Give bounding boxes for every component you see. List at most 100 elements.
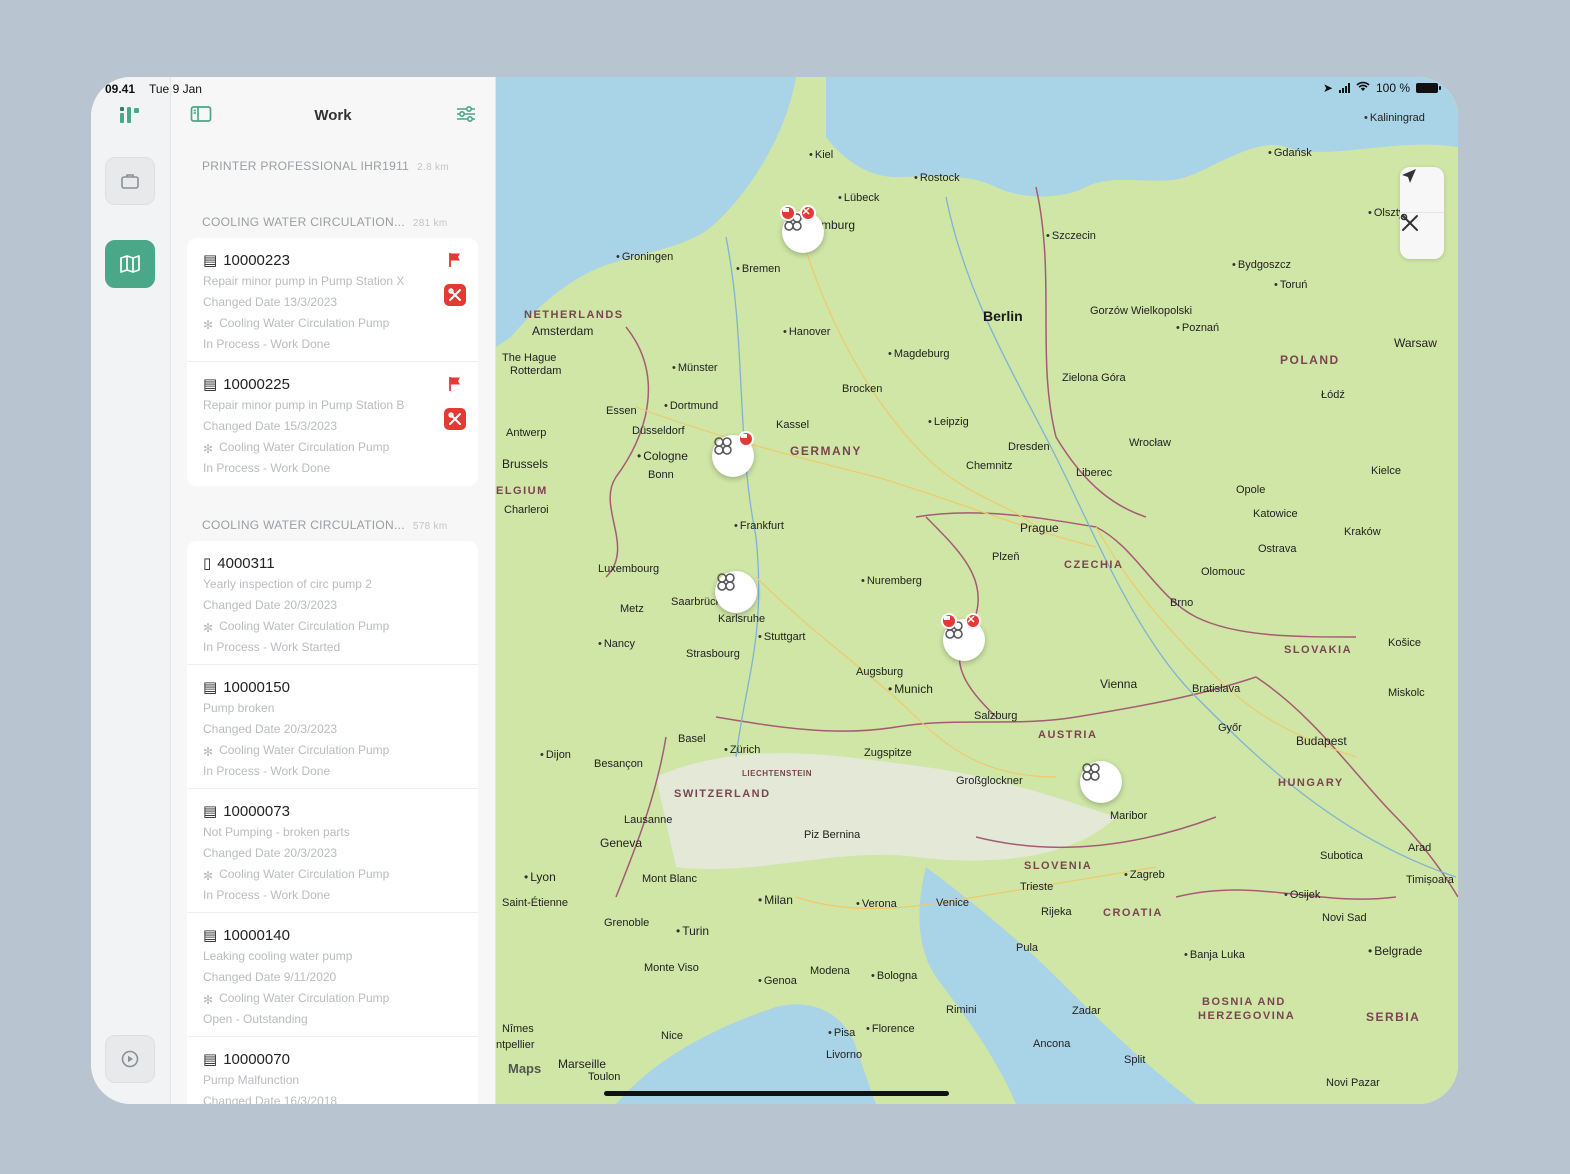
city-label: Nîmes (502, 1023, 534, 1035)
city-label: Amsterdam (532, 324, 594, 338)
map-marker-cluster[interactable] (712, 431, 754, 477)
order-id: 10000150 (223, 678, 290, 696)
city-label: Maribor (1110, 810, 1148, 822)
list-item[interactable]: ▤ 10000070 Pump Malfunction Changed Date … (187, 1037, 478, 1105)
city-label: Antwerp (506, 427, 547, 439)
group-header-printer[interactable]: PRINTER PROFESSIONAL IHR1911 2.8 km (202, 159, 449, 173)
city-label: Rimini (946, 1004, 977, 1016)
city-label: Berlin (983, 308, 1023, 324)
order-id: 10000225 (223, 375, 290, 393)
country-label: AUSTRIA (1038, 729, 1098, 741)
city-label: Zugspitze (864, 747, 912, 759)
pump-fan-icon: ✻ (203, 442, 214, 456)
page-title: Work (314, 107, 352, 124)
work-order-card: ▯ 4000311 Yearly inspection of circ pump … (187, 541, 478, 1104)
order-status: In Process - Work Started (203, 640, 341, 654)
list-item[interactable]: ▤ 10000225 Repair minor pump in Pump Stat… (187, 362, 478, 486)
pump-fan-icon (717, 573, 735, 591)
city-label: Großglockner (956, 775, 1023, 787)
map-marker-cluster[interactable] (941, 613, 985, 661)
flag-badge (780, 205, 796, 221)
pump-fan-icon: ✻ (203, 993, 214, 1007)
pump-fan-icon (1082, 763, 1100, 781)
city-label: Charleroi (504, 504, 549, 516)
order-asset: Cooling Water Circulation Pump (219, 991, 390, 1005)
country-label: GERMANY (790, 444, 862, 458)
ipad-screen: 09.41 Tue 9 Jan ➤ 100 % Work PRINTER PRO… (91, 77, 1458, 1104)
country-label: SWITZERLAND (674, 788, 771, 800)
city-label: Stuttgart (758, 631, 806, 643)
order-desc: Repair minor pump in Pump Station X (203, 274, 405, 288)
group-title: PRINTER PROFESSIONAL IHR1911 (202, 159, 410, 173)
status-indicators: ➤ 100 % (1322, 81, 1441, 95)
filter-sliders-icon[interactable] (455, 105, 477, 123)
list-item[interactable]: ▤ 10000140 Leaking cooling water pump Cha… (187, 913, 478, 1037)
city-label: Grenoble (604, 917, 650, 929)
city-label: Lausanne (624, 814, 673, 826)
group-title: COOLING WATER CIRCULATION... (202, 518, 405, 532)
group-header-cooling-1[interactable]: COOLING WATER CIRCULATION... 281 km (202, 215, 447, 229)
city-label: Chemnitz (966, 460, 1013, 472)
map-marker-cluster[interactable] (715, 571, 757, 613)
city-label: Kaliningrad (1364, 112, 1425, 124)
city-label: Timișoara (1406, 874, 1454, 886)
city-label: Prague (1020, 521, 1059, 535)
city-label: Karlsruhe (718, 613, 766, 625)
country-label: BOSNIA AND (1202, 996, 1286, 1008)
tools-filter-button[interactable] (1400, 213, 1444, 259)
city-label: Wrocław (1129, 437, 1171, 449)
group-title: COOLING WATER CIRCULATION... (202, 215, 405, 229)
app-logo-icon (120, 107, 139, 123)
list-item[interactable]: ▤ 10000073 Not Pumping - broken parts Cha… (187, 789, 478, 913)
city-label: Rijeka (1041, 906, 1072, 918)
list-item[interactable]: ▯ 4000311 Yearly inspection of circ pump … (187, 541, 478, 665)
city-label: Vienna (1100, 677, 1138, 691)
city-label: Pula (1016, 942, 1039, 954)
city-label: Budapest (1296, 734, 1347, 748)
order-desc: Pump broken (203, 701, 275, 715)
city-label: Novi Sad (1322, 912, 1367, 924)
city-label: Turin (676, 924, 709, 938)
city-label: Verona (856, 898, 897, 910)
map-view[interactable]: Kiel Rostock Lübeck mburg Szczecin Gdańs… (496, 77, 1458, 1104)
briefcase-icon (121, 174, 139, 189)
home-indicator[interactable] (604, 1091, 949, 1096)
battery-icon (1416, 83, 1441, 93)
city-label: Saint-Étienne (502, 897, 569, 909)
city-label: Cologne (637, 449, 688, 463)
country-label: SERBIA (1366, 1010, 1421, 1024)
city-label: Lyon (524, 870, 556, 884)
calendar-icon: ▤ (203, 803, 218, 820)
group-header-cooling-2[interactable]: COOLING WATER CIRCULATION... 578 km (202, 518, 447, 532)
calendar-icon: ▤ (203, 376, 218, 393)
list-item[interactable]: ▤ 10000223 Repair minor pump in Pump Stat… (187, 238, 478, 362)
flag-badge (738, 431, 754, 447)
map-marker-cluster[interactable] (780, 205, 824, 253)
city-label: Subotica (1320, 850, 1363, 862)
list-item[interactable]: ▤ 10000150 Pump broken Changed Date 20/3/… (187, 665, 478, 789)
locate-me-button[interactable] (1400, 167, 1444, 213)
map-marker-cluster[interactable] (1080, 761, 1122, 803)
city-label: Szczecin (1046, 230, 1096, 242)
order-desc: Yearly inspection of circ pump 2 (203, 577, 372, 591)
city-label: Augsburg (856, 666, 904, 678)
city-label: Novi Pazar (1326, 1077, 1380, 1089)
city-label: Plzeň (992, 551, 1020, 563)
city-label: Bonn (648, 469, 674, 481)
rail-map-button[interactable] (105, 240, 155, 288)
city-label: Piz Bernina (804, 829, 861, 841)
rail-briefcase-button[interactable] (105, 157, 155, 205)
city-label: Zürich (724, 744, 761, 756)
city-label: Győr (1218, 722, 1242, 734)
rail-play-button[interactable] (105, 1035, 155, 1083)
order-date: Changed Date 20/3/2023 (203, 846, 338, 860)
city-label: Brocken (842, 383, 883, 395)
city-label: Toulon (588, 1071, 621, 1083)
location-arrow-icon: ➤ (1322, 81, 1333, 95)
country-label: ELGIUM (496, 485, 548, 497)
order-asset: Cooling Water Circulation Pump (219, 867, 390, 881)
city-label: Basel (678, 733, 706, 745)
tools-badge (444, 284, 466, 306)
city-label: Marseille (558, 1057, 607, 1071)
city-label: Lübeck (838, 192, 879, 204)
